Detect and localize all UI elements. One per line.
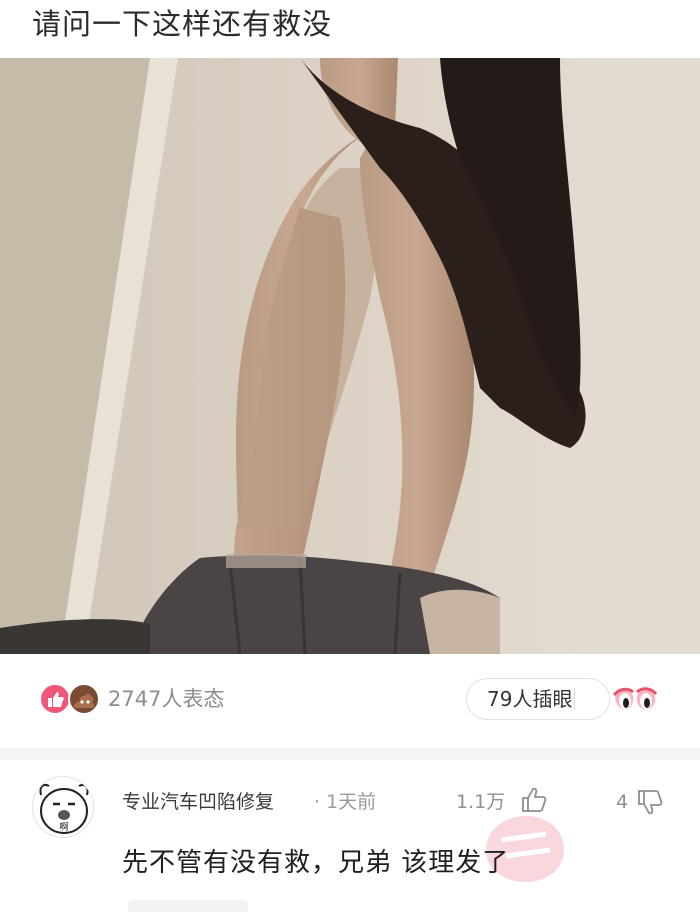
post-detail-page: 请问一下这样还有救没 2747人表态 79人插眼 啊 专业汽车凹陷修复 · 1天… <box>0 0 700 912</box>
dislike-count: 4 <box>616 791 629 813</box>
section-divider <box>0 748 700 760</box>
comment-time: · 1天前 <box>314 791 377 813</box>
reaction-icons[interactable] <box>38 682 104 716</box>
avatar[interactable]: 啊 <box>32 776 94 838</box>
comment-item[interactable]: 啊 专业汽车凹陷修复 · 1天前 1.1万 4 先不管有没有救，兄弟 该理发了 <box>0 760 700 912</box>
post-photo[interactable] <box>0 58 700 654</box>
reply-preview[interactable] <box>128 900 248 912</box>
meme-face-avatar-icon: 啊 <box>39 784 89 834</box>
poke-label: 79人插眼 <box>487 687 573 711</box>
photo-illustration <box>0 58 700 654</box>
poke-divider <box>574 688 575 710</box>
eyes-icon[interactable] <box>612 684 658 716</box>
comment-text: 先不管有没有救，兄弟 该理发了 <box>122 848 510 878</box>
reaction-count: 2747人表态 <box>108 687 225 711</box>
post-stats-bar: 2747人表态 79人插眼 <box>0 654 700 748</box>
poke-button[interactable]: 79人插眼 <box>466 678 610 720</box>
thumbs-down-icon <box>638 790 663 815</box>
post-title: 请问一下这样还有救没 <box>32 7 333 41</box>
comment-username[interactable]: 专业汽车凹陷修复 <box>122 788 274 816</box>
svg-text:啊: 啊 <box>59 822 68 833</box>
